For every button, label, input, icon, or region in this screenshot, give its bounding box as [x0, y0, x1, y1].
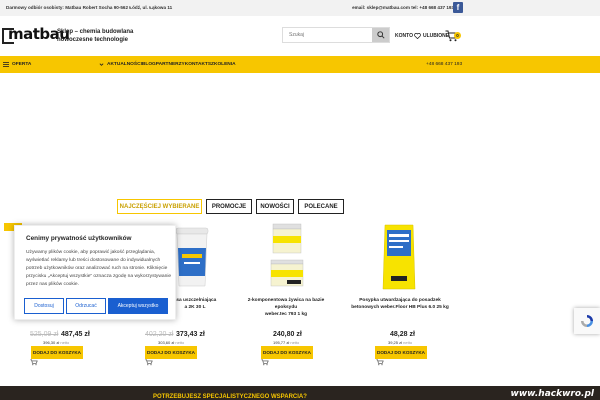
product-2-price-net: 303,60 zł netto	[158, 340, 185, 345]
search-box	[282, 27, 390, 43]
product-1-add-to-cart-button[interactable]: DODAJ DO KOSZYKA	[31, 346, 83, 359]
logo[interactable]: matbau	[2, 25, 70, 47]
cookie-customize-button[interactable]: Dostosuj	[24, 298, 64, 314]
product-1-price-net: 396,30 zł netto	[43, 340, 70, 345]
cart-icon[interactable]	[145, 359, 153, 366]
product-2-price: 373,43 zł	[176, 331, 205, 338]
product-3-image[interactable]	[267, 222, 307, 292]
top-bar: Darmowy odbiór osobisty: Matbau Robert S…	[0, 0, 600, 16]
facebook-icon[interactable]: f	[453, 2, 463, 13]
pickup-info: Darmowy odbiór osobisty: Matbau Robert S…	[6, 5, 173, 10]
nav-phone[interactable]: +48 668 437 193	[426, 62, 462, 67]
tab-most-chosen[interactable]: NAJCZĘŚCIEJ WYBIERANE	[117, 199, 202, 214]
product-1-price: 487,45 zł	[61, 331, 90, 338]
support-banner-text: POTRZEBUJESZ SPECJALISTYCZNEGO WSPARCIA?	[153, 394, 307, 400]
cookie-accept-all-button[interactable]: Akceptuj wszystko	[108, 298, 168, 314]
product-4-price-net: 39,25 zł netto	[388, 340, 413, 345]
recaptcha-badge[interactable]	[574, 308, 600, 334]
heart-icon	[414, 33, 421, 39]
nav-link-kontakt[interactable]: KONTAKT	[185, 62, 208, 67]
search-input[interactable]	[283, 28, 373, 42]
product-3-price-net: 195,77 zł netto	[273, 340, 300, 345]
cart-icon[interactable]	[376, 359, 384, 366]
product-3-add-to-cart-button[interactable]: DODAJ DO KOSZYKA	[261, 346, 313, 359]
product-2-image[interactable]	[172, 226, 212, 288]
hamburger-icon	[3, 62, 9, 67]
offer-menu-button[interactable]: OFERTA	[3, 62, 31, 67]
cart-icon[interactable]	[261, 359, 269, 366]
cookie-text: Używamy plików cookie, aby poprawić jako…	[26, 250, 172, 287]
product-2-price-old: 402,20 zł	[145, 331, 174, 338]
search-icon	[376, 31, 385, 39]
nav-link-szkolenia[interactable]: SZKOLENIA	[208, 62, 236, 67]
product-1-price-old: 525,09 zł	[30, 331, 59, 338]
product-4-price: 48,28 zł	[390, 331, 415, 338]
nav-links: AKTUALNOŚCI BLOG PARTNERZY KONTAKT SZKOL…	[99, 62, 236, 67]
nav-link-blog[interactable]: BLOG	[142, 62, 156, 67]
product-4-name[interactable]: Posypka utwardzająca do posadzek betonowy…	[346, 297, 454, 311]
watermark: www.hackwro.pl	[510, 389, 594, 399]
product-tabs: NAJCZĘŚCIEJ WYBIERANE PROMOCJE NOWOŚCI P…	[117, 199, 344, 214]
cart-icon[interactable]	[30, 359, 38, 366]
tab-promotions[interactable]: PROMOCJE	[206, 199, 252, 214]
cart-count-badge: 0	[454, 32, 461, 39]
product-2-add-to-cart-button[interactable]: DODAJ DO KOSZYKA	[145, 346, 197, 359]
search-button[interactable]	[372, 28, 389, 42]
wishlist-link[interactable]: ULUBIONE	[414, 33, 449, 39]
offer-menu-label: OFERTA	[12, 62, 32, 67]
chevron-down-icon	[99, 63, 104, 66]
product-4-add-to-cart-button[interactable]: DODAJ DO KOSZYKA	[375, 346, 427, 359]
contact-info: email: sklep@matbau.com tel: +48 668 437…	[352, 5, 454, 10]
recaptcha-icon	[581, 315, 593, 327]
header: matbau Sklep – chemia budowlana nowoczes…	[0, 16, 600, 56]
product-3-price: 240,80 zł	[273, 331, 302, 338]
account-link[interactable]: KONTO	[395, 33, 413, 39]
cookie-reject-button[interactable]: Odrzucać	[66, 298, 106, 314]
main-nav: OFERTA AKTUALNOŚCI BLOG PARTNERZY KONTAK…	[0, 56, 600, 73]
tab-recommended[interactable]: POLECANE	[298, 199, 344, 214]
product-3-name[interactable]: 2-komponentowa żywica na bazie epoksydu w…	[236, 297, 336, 318]
tagline: Sklep – chemia budowlana nowoczesne tech…	[57, 29, 134, 43]
nav-link-partnerzy[interactable]: PARTNERZY	[156, 62, 185, 67]
product-4-image[interactable]	[381, 222, 417, 292]
nav-link-aktualnosci[interactable]: AKTUALNOŚCI	[107, 62, 142, 67]
tab-new[interactable]: NOWOŚCI	[256, 199, 294, 214]
cookie-title: Cenimy prywatność użytkowników	[26, 235, 132, 242]
